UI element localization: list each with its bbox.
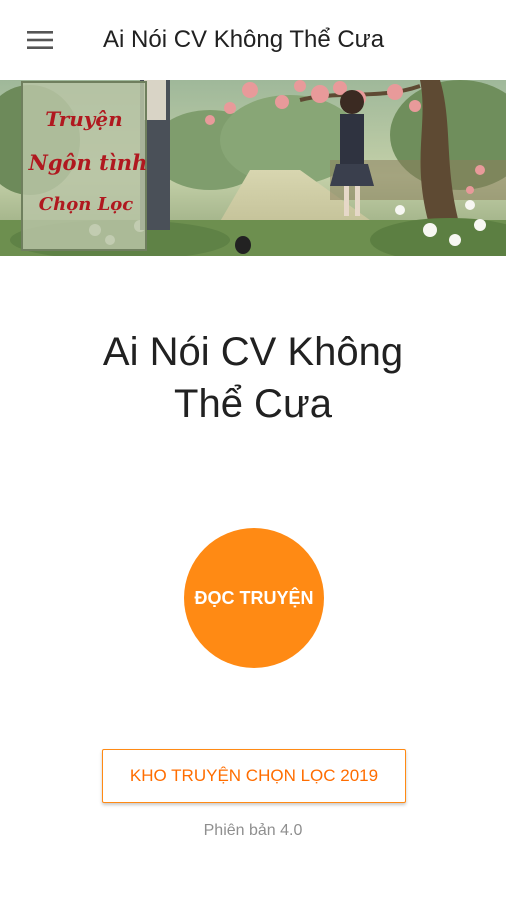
story-title-line2: Thể Cưa: [174, 382, 332, 426]
read-story-button[interactable]: ĐỌC TRUYỆN: [184, 528, 324, 668]
app-bar: Ai Nói CV Không Thể Cưa: [0, 0, 506, 80]
story-library-button[interactable]: KHO TRUYỆN CHỌN LỌC 2019: [102, 749, 406, 803]
hamburger-menu-icon: [27, 31, 53, 49]
banner-image: Truyện Ngôn tình Chọn Lọc: [0, 80, 506, 256]
banner-text-truyen: Truyện: [45, 107, 122, 131]
banner-text-chon-loc: Chọn Lọc: [39, 194, 133, 215]
menu-button[interactable]: [14, 22, 66, 58]
story-title-line1: Ai Nói CV Không: [102, 330, 404, 374]
app-title: Ai Nói CV Không Thể Cưa: [103, 26, 385, 53]
story-title: Ai Nói CV Không Thể Cưa: [40, 326, 466, 430]
version-label: Phiên bản 4.0: [203, 822, 303, 839]
banner-text-ngon-tinh: Ngôn tình: [28, 150, 148, 175]
